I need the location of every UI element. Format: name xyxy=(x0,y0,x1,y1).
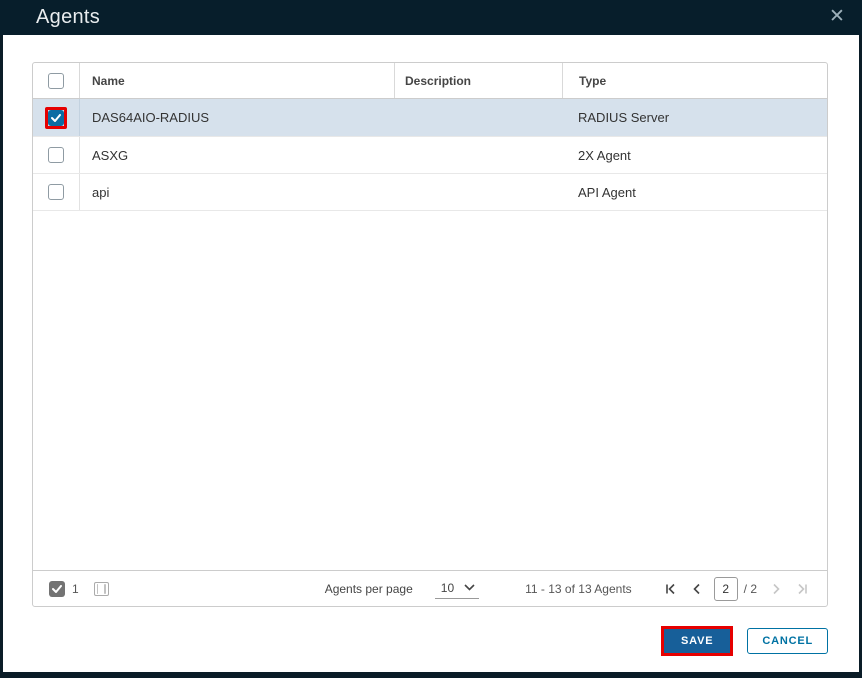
save-button[interactable]: SAVE xyxy=(661,626,734,656)
dialog-actions: SAVE CANCEL xyxy=(661,626,828,656)
row-checkbox-checked[interactable] xyxy=(48,109,64,126)
close-icon[interactable]: ✕ xyxy=(825,5,849,29)
column-header-name[interactable]: Name xyxy=(79,63,394,98)
dialog-body: Name Description Type DAS64AIO-RADIUS RA… xyxy=(3,35,859,672)
dialog-header: Agents ✕ xyxy=(0,0,862,35)
cell-type: RADIUS Server xyxy=(578,110,670,125)
selection-indicator: 1 xyxy=(49,580,109,597)
cell-name: ASXG xyxy=(79,137,394,173)
next-page-icon[interactable] xyxy=(765,578,787,600)
previous-page-icon[interactable] xyxy=(686,578,708,600)
cell-description xyxy=(394,174,562,210)
per-page-label: Agents per page xyxy=(324,581,413,596)
cell-name: DAS64AIO-RADIUS xyxy=(79,99,394,136)
column-header-type[interactable]: Type xyxy=(562,63,827,98)
selected-count-checkbox-icon[interactable] xyxy=(49,580,65,597)
row-checkbox[interactable] xyxy=(48,147,64,163)
per-page-value: 10 xyxy=(440,580,455,595)
table-empty-area xyxy=(33,211,827,570)
table-row[interactable]: api API Agent xyxy=(33,174,827,211)
pagination-controls: / 2 xyxy=(660,576,813,601)
last-page-icon[interactable] xyxy=(791,578,813,600)
cell-name: api xyxy=(79,174,394,210)
dialog-title: Agents xyxy=(36,6,101,28)
chevron-down-icon xyxy=(464,584,475,591)
cancel-button[interactable]: CANCEL xyxy=(747,628,828,654)
selected-count: 1 xyxy=(72,581,79,596)
current-page-input[interactable] xyxy=(713,576,738,601)
table-row[interactable]: ASXG 2X Agent xyxy=(33,137,827,174)
table-footer: 1 Agents per page 10 11 - 13 of 13 Agent… xyxy=(33,570,827,606)
table-header-row: Name Description Type xyxy=(33,63,827,99)
first-page-icon[interactable] xyxy=(660,578,682,600)
agents-dialog: Agents ✕ Name Description Type DAS64AIO-… xyxy=(0,0,862,678)
cell-type: API Agent xyxy=(578,184,636,200)
per-page-select[interactable]: 10 xyxy=(434,579,480,599)
annotation-highlight xyxy=(45,106,67,129)
cell-description xyxy=(394,137,562,173)
cell-description xyxy=(394,99,562,136)
cell-type: 2X Agent xyxy=(578,147,631,163)
select-all-checkbox[interactable] xyxy=(48,72,64,89)
total-pages: / 2 xyxy=(743,581,757,596)
column-header-description[interactable]: Description xyxy=(394,63,562,98)
table-row[interactable]: DAS64AIO-RADIUS RADIUS Server xyxy=(33,99,827,137)
pagination-range-text: 11 - 13 of 13 Agents xyxy=(525,581,632,596)
agents-table: Name Description Type DAS64AIO-RADIUS RA… xyxy=(32,62,828,607)
column-toggle-icon[interactable] xyxy=(93,581,109,596)
row-checkbox[interactable] xyxy=(48,184,64,200)
